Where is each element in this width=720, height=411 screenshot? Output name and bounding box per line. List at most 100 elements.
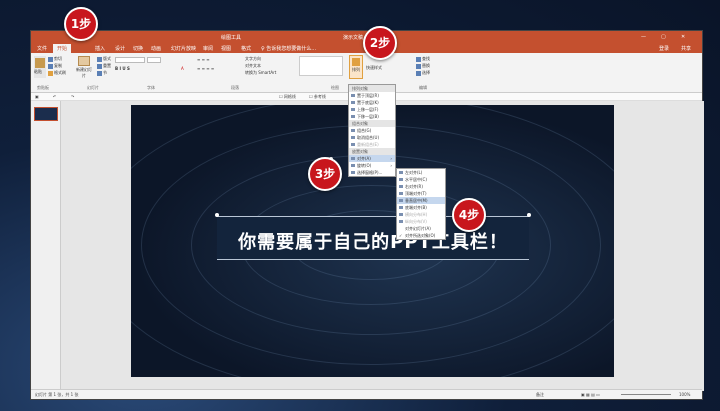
menu-item-selection-pane[interactable]: 选择窗格(P)... (349, 169, 395, 176)
copy-button[interactable]: 复制 (48, 63, 62, 69)
view-buttons[interactable]: ▣ ▦ ▤ ▭ (581, 392, 600, 397)
bold-button[interactable]: B I U S (115, 66, 130, 71)
submenu-item-align-to-slide[interactable]: 对齐幻灯片(A) (397, 225, 445, 232)
gridlines-checkbox[interactable]: ☐ 网格线 (279, 94, 296, 100)
slide-thumbnail-pane (31, 101, 61, 391)
replace-button[interactable]: 替换 (416, 63, 430, 69)
selection-handle[interactable] (215, 213, 219, 217)
tab-review[interactable]: 审阅 (203, 45, 213, 52)
menu-item-label: 对齐(A) (357, 156, 371, 161)
tab-animations[interactable]: 动画 (151, 45, 161, 52)
paste-button[interactable]: 粘贴 (34, 56, 46, 78)
menu-section-order: 排列对象 (349, 85, 395, 92)
font-color-button[interactable]: A (181, 66, 184, 71)
distribute-v-icon (399, 220, 403, 223)
menu-item-ungroup[interactable]: 取消组合(U) (349, 134, 395, 141)
menu-item-label: 重新组合(E) (357, 142, 379, 147)
bring-forward-icon (351, 108, 355, 111)
submenu-item-distribute-v[interactable]: 纵向分布(V) (397, 218, 445, 225)
shapes-gallery[interactable] (299, 56, 343, 76)
align-middle-icon (399, 199, 403, 202)
submenu-item-align-top[interactable]: 顶端对齐(T) (397, 190, 445, 197)
close-button[interactable]: ✕ (681, 34, 685, 40)
menu-item-group[interactable]: 组合(G) (349, 127, 395, 134)
arrange-button[interactable]: 排列 (349, 55, 363, 79)
section-icon (97, 70, 102, 76)
format-painter-button[interactable]: 格式刷 (48, 70, 66, 76)
zoom-level[interactable]: 100% (679, 392, 690, 397)
reset-button[interactable]: 重置 (97, 63, 111, 69)
selection-handle[interactable] (527, 213, 531, 217)
find-button[interactable]: 查找 (416, 56, 430, 62)
maximize-button[interactable]: ▢ (661, 34, 666, 40)
submenu-item-align-selected[interactable]: ✓ 对齐所选对象(O) (397, 232, 445, 239)
save-icon[interactable]: ▣ (35, 94, 39, 99)
submenu-item-align-right[interactable]: 右对齐(R) (397, 183, 445, 190)
share-button[interactable]: 共享 (681, 45, 691, 52)
tab-transitions[interactable]: 切换 (133, 45, 143, 52)
menu-item-send-backward[interactable]: 下移一层(B) (349, 113, 395, 120)
notes-label: 备注 (536, 392, 544, 397)
search-icon (416, 56, 421, 62)
quick-styles-button[interactable]: 快速样式 (366, 65, 382, 71)
slide-thumbnail[interactable] (34, 107, 58, 121)
menu-item-bring-to-front[interactable]: 置于顶层(R) (349, 92, 395, 99)
undo-icon[interactable]: ↶ (53, 94, 56, 99)
step-callout-3: 3步 (308, 157, 342, 191)
sign-in-link[interactable]: 登录 (659, 45, 669, 52)
replace-label: 替换 (422, 63, 430, 68)
group-label-paragraph: 段落 (231, 85, 239, 90)
layout-button[interactable]: 版式 (97, 56, 111, 62)
tab-file[interactable]: 文件 (37, 45, 47, 52)
regroup-icon (351, 143, 355, 146)
tab-slideshow[interactable]: 幻灯片放映 (171, 45, 196, 52)
window-title: 演示文稿 (343, 35, 364, 41)
tab-insert[interactable]: 插入 (95, 45, 105, 52)
tab-home[interactable]: 开始 (53, 44, 72, 53)
ungroup-icon (351, 136, 355, 139)
group-icon (351, 129, 355, 132)
group-label-font: 字体 (147, 85, 155, 90)
step-callout-4: 4步 (452, 198, 486, 232)
submenu-item-align-center[interactable]: 水平居中(C) (397, 176, 445, 183)
bullets-button[interactable]: ≡ ≡ ≡ (197, 57, 210, 62)
submenu-item-label: 垂直居中(M) (405, 198, 428, 203)
menu-item-label: 下移一层(B) (357, 114, 379, 119)
context-tool-label: 绘图工具 (221, 35, 242, 41)
text-direction-button[interactable]: 文字方向 (245, 56, 261, 62)
search-box[interactable]: ♀ 告诉我您想要做什么... (261, 45, 316, 52)
menu-item-regroup[interactable]: 重新组合(E) (349, 141, 395, 148)
redo-icon[interactable]: ↷ (71, 94, 74, 99)
guides-checkbox[interactable]: ☐ 参考线 (309, 94, 326, 100)
align-text-button[interactable]: 对齐文本 (245, 63, 261, 69)
align-buttons[interactable]: ≡ ≡ ≡ ≡ (197, 66, 214, 71)
notes-button[interactable]: 备注 (536, 392, 544, 398)
submenu-item-label: 对齐幻灯片(A) (405, 226, 431, 231)
menu-item-label: 上移一层(F) (357, 107, 379, 112)
cut-button[interactable]: 剪切 (48, 56, 62, 62)
font-name-select[interactable] (115, 57, 145, 63)
submenu-item-align-middle[interactable]: 垂直居中(M) (397, 197, 445, 204)
submenu-item-align-left[interactable]: 左对齐(L) (397, 169, 445, 176)
distribute-h-icon (399, 213, 403, 216)
submenu-item-align-bottom[interactable]: 底端对齐(B) (397, 204, 445, 211)
smartart-button[interactable]: 转换为 SmartArt (245, 70, 276, 76)
menu-item-rotate[interactable]: 旋转(O) › (349, 162, 395, 169)
section-button[interactable]: 节 (97, 70, 107, 76)
align-right-icon (399, 185, 403, 188)
zoom-slider[interactable] (621, 394, 671, 395)
tab-design[interactable]: 设计 (115, 45, 125, 52)
select-label: 选择 (422, 70, 430, 75)
tab-view[interactable]: 视图 (221, 45, 231, 52)
new-slide-button[interactable]: 新建幻灯片 (75, 56, 93, 79)
menu-item-bring-forward[interactable]: 上移一层(F) (349, 106, 395, 113)
font-size-select[interactable] (147, 57, 161, 63)
menu-section-position: 放置对象 (349, 148, 395, 155)
select-button[interactable]: 选择 (416, 70, 430, 76)
menu-item-align[interactable]: 对齐(A) › (349, 155, 395, 162)
minimize-button[interactable]: — (641, 34, 646, 40)
copy-icon (48, 63, 53, 69)
menu-item-send-to-back[interactable]: 置于底层(K) (349, 99, 395, 106)
submenu-item-distribute-h[interactable]: 横向分布(H) (397, 211, 445, 218)
tab-format[interactable]: 格式 (241, 45, 251, 52)
